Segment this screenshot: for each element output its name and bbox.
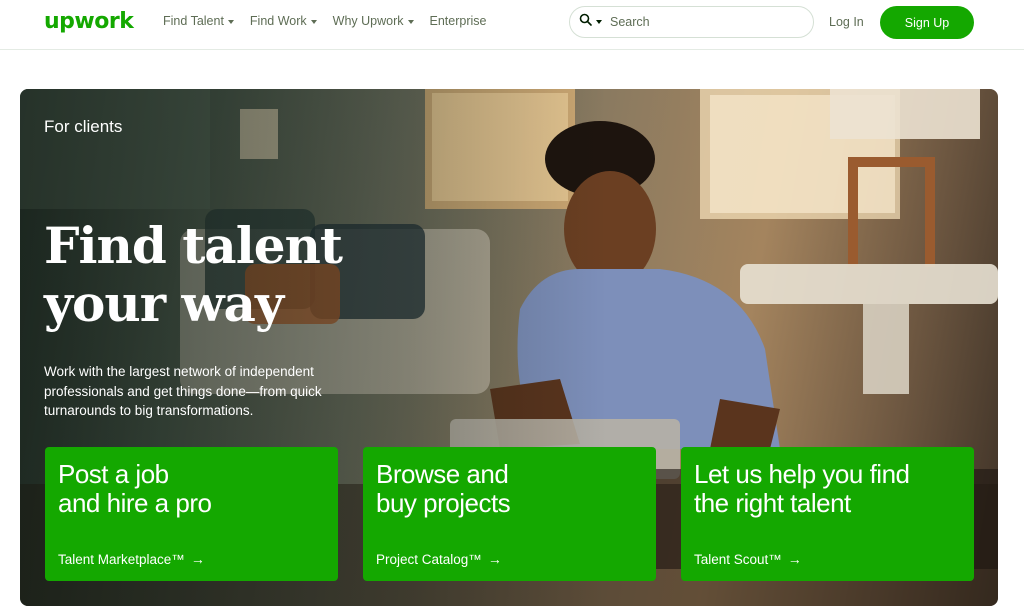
nav-find-work-label: Find Work: [249, 14, 307, 28]
search-icon[interactable]: [579, 13, 592, 31]
arrow-right-icon: →: [190, 551, 205, 567]
browse-projects-card[interactable]: Browse and buy projects Project Catalog™…: [363, 447, 656, 581]
hero-eyebrow: For clients: [44, 117, 123, 136]
nav-why-upwork[interactable]: Why Upwork: [333, 14, 414, 28]
talent-scout-link[interactable]: Talent Scout™ →: [694, 551, 802, 567]
signup-button[interactable]: Sign Up: [880, 6, 974, 39]
card-title: Let us help you find the right talent: [694, 459, 910, 518]
main-nav: Find Talent Find Work Why Upwork Enterpr…: [163, 14, 502, 28]
talent-scout-card[interactable]: Let us help you find the right talent Ta…: [681, 447, 974, 581]
post-job-card[interactable]: Post a job and hire a pro Talent Marketp…: [45, 447, 338, 581]
hero-cards: Post a job and hire a pro Talent Marketp…: [45, 447, 974, 581]
nav-enterprise-label: Enterprise: [429, 14, 487, 28]
nav-find-work[interactable]: Find Work: [250, 14, 317, 28]
chevron-down-icon: [227, 19, 234, 24]
nav-why-upwork-label: Why Upwork: [332, 14, 404, 28]
top-nav-bar: upwork Find Talent Find Work Why Upwork …: [0, 0, 1024, 50]
nav-find-talent-label: Find Talent: [163, 14, 224, 28]
card-link-label: Talent Scout™: [694, 551, 782, 567]
card-link-label: Project Catalog™: [376, 551, 482, 567]
nav-enterprise[interactable]: Enterprise: [430, 14, 487, 28]
hero-subtext: Work with the largest network of indepen…: [44, 364, 322, 418]
card-title: Browse and buy projects: [376, 459, 511, 518]
search-input[interactable]: [610, 15, 790, 29]
project-catalog-link[interactable]: Project Catalog™ →: [376, 551, 502, 567]
card-link-label: Talent Marketplace™: [58, 551, 185, 567]
login-link[interactable]: Log In: [829, 15, 864, 29]
chevron-down-icon: [310, 19, 317, 24]
hero-banner: For clients Find talent your way Work wi…: [20, 89, 998, 606]
search-type-chevron-icon[interactable]: [596, 20, 602, 24]
nav-find-talent[interactable]: Find Talent: [163, 14, 234, 28]
hero-headline: Find talent your way: [44, 216, 343, 333]
arrow-right-icon: →: [487, 551, 502, 567]
talent-marketplace-link[interactable]: Talent Marketplace™ →: [58, 551, 205, 567]
chevron-down-icon: [407, 19, 414, 24]
upwork-logo[interactable]: upwork: [44, 9, 134, 34]
card-title: Post a job and hire a pro: [58, 459, 212, 518]
search-bar[interactable]: [569, 6, 814, 38]
arrow-right-icon: →: [787, 551, 802, 567]
